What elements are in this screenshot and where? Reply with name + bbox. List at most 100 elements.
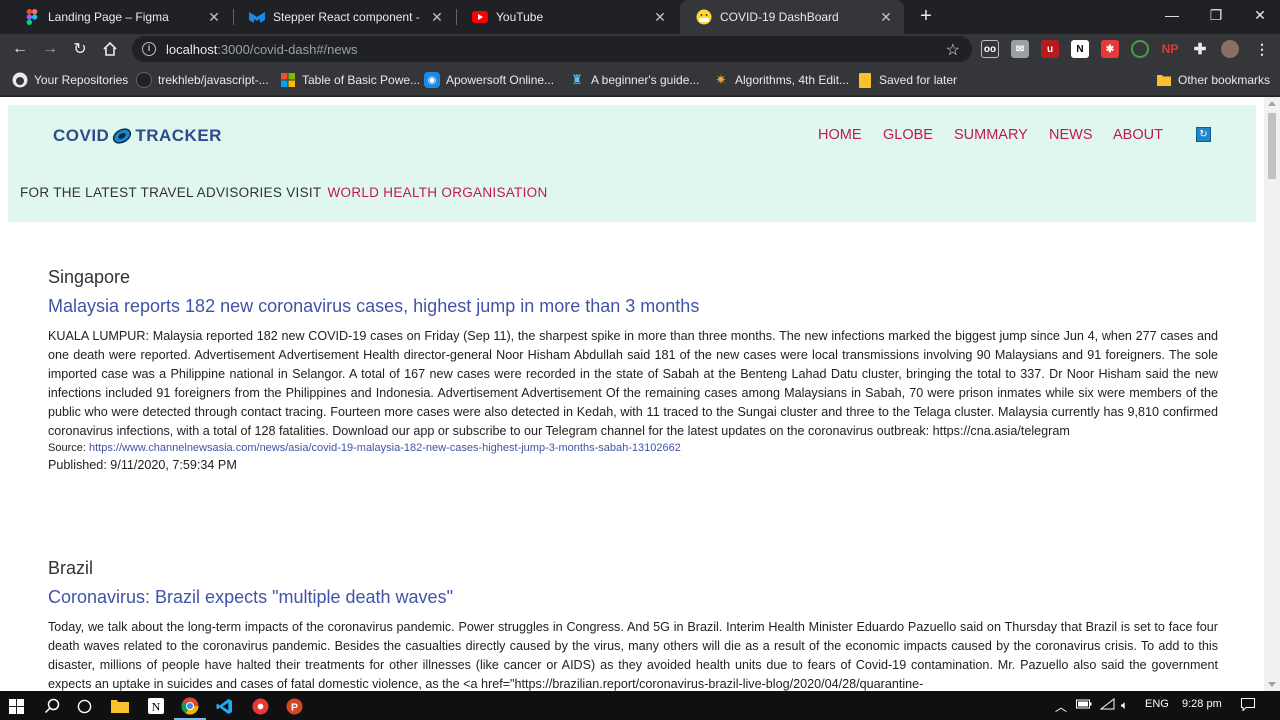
menu-kebab-icon[interactable]: ⋮ — [1253, 40, 1271, 58]
github-icon — [136, 72, 152, 88]
extensions-puzzle-icon[interactable]: ✚ — [1191, 40, 1209, 58]
virus-logo-icon — [113, 128, 132, 144]
windows-taskbar: N P ︿ 🔈︎ ENG 9:28 pm — [0, 691, 1280, 720]
logo-text-tracker: TRACKER — [135, 126, 222, 145]
nav-home[interactable]: HOME — [818, 127, 862, 143]
file-explorer-icon[interactable] — [110, 696, 130, 716]
tab-title: COVID-19 DashBoard — [720, 10, 839, 24]
tab-strip: Landing Page – Figma ✕ Stepper React com… — [0, 0, 1280, 34]
windows-start-icon[interactable] — [6, 696, 26, 716]
algorithms-icon: ✷ — [715, 72, 727, 87]
bookmark-label: Apowersoft Online... — [446, 73, 555, 87]
recorder-taskbar-icon[interactable] — [250, 696, 270, 716]
bookmark-apowersoft[interactable]: ◉ Apowersoft Online... — [424, 71, 554, 89]
restore-button[interactable]: ❐ — [1194, 0, 1238, 30]
close-icon[interactable]: ✕ — [206, 9, 222, 26]
extension-circle-icon[interactable] — [1131, 40, 1149, 58]
refresh-icon[interactable]: ↻ — [1196, 127, 1211, 142]
extension-mail-icon[interactable]: ✉ — [1011, 40, 1029, 58]
back-arrow-icon[interactable]: ← — [8, 37, 32, 61]
language-indicator[interactable]: ENG — [1145, 698, 1169, 710]
tab-title: Stepper React component - Mate — [273, 10, 423, 24]
tab-figma[interactable]: Landing Page – Figma ✕ — [8, 0, 232, 34]
close-icon[interactable]: ✕ — [652, 9, 668, 26]
tray-chevron-up-icon[interactable]: ︿ — [1055, 698, 1067, 715]
site-logo[interactable]: COVID TRACKER — [53, 124, 222, 148]
vscode-taskbar-icon[interactable] — [214, 696, 234, 716]
battery-icon[interactable] — [1076, 698, 1092, 713]
profile-avatar[interactable] — [1221, 40, 1239, 58]
news-article: Singapore Malaysia reports 182 new coron… — [48, 267, 1218, 472]
task-view-icon[interactable] — [74, 696, 94, 716]
wifi-icon[interactable] — [1099, 697, 1115, 713]
tab-covid-dashboard[interactable]: COVID-19 DashBoard ✕ — [680, 0, 904, 34]
source-link[interactable]: https://www.channelnewsasia.com/news/asi… — [89, 442, 681, 454]
bookmark-beginners-guide[interactable]: ♜ A beginner's guide... — [569, 71, 699, 89]
bookmark-label: Table of Basic Powe... — [302, 73, 421, 87]
volume-icon[interactable]: 🔈︎ — [1121, 698, 1128, 713]
powerpoint-taskbar-icon[interactable]: P — [284, 696, 304, 716]
minimize-button[interactable]: — — [1150, 0, 1194, 30]
mui-icon — [249, 9, 265, 25]
advisory-text: FOR THE LATEST TRAVEL ADVISORIES VISIT — [20, 185, 322, 200]
logo-text-covid: COVID — [53, 126, 110, 145]
url-text: localhost:3000/covid-dash#/news — [166, 42, 358, 57]
info-icon[interactable]: i — [142, 42, 156, 56]
notification-icon[interactable] — [1241, 698, 1255, 714]
page-viewport: COVID TRACKER HOME GLOBE SUMMARY NEWS AB… — [0, 97, 1280, 691]
url-host: localhost — [166, 41, 218, 57]
nav-summary[interactable]: SUMMARY — [954, 127, 1028, 143]
nav-about[interactable]: ABOUT — [1113, 127, 1163, 143]
bookmark-table-of-basic-powers[interactable]: Table of Basic Powe... — [280, 71, 420, 89]
microsoft-icon — [280, 72, 296, 88]
home-icon[interactable] — [98, 37, 122, 61]
address-bar[interactable]: i localhost:3000/covid-dash#/news ☆ — [132, 36, 972, 62]
tab-youtube[interactable]: YouTube ✕ — [456, 0, 678, 34]
browser-toolbar: ← → ↻ i localhost:3000/covid-dash#/news … — [0, 34, 1280, 64]
youtube-icon — [472, 9, 488, 25]
article-body: KUALA LUMPUR: Malaysia reported 182 new … — [48, 329, 1218, 438]
bookmark-label: A beginner's guide... — [591, 73, 700, 87]
close-icon[interactable]: ✕ — [429, 9, 445, 26]
article-headline[interactable]: Coronavirus: Brazil expects "multiple de… — [48, 587, 1218, 608]
bookmark-label: Saved for later — [879, 73, 958, 87]
article-source: Source: https://www.channelnewsasia.com/… — [48, 442, 1218, 454]
scroll-up-arrow-icon[interactable] — [1268, 101, 1276, 106]
folder-icon — [1156, 72, 1172, 88]
bookmark-star-icon[interactable]: ☆ — [946, 40, 960, 60]
new-tab-button[interactable]: + — [914, 5, 938, 29]
extension-ublock-icon[interactable]: u — [1041, 40, 1059, 58]
notion-taskbar-icon[interactable]: N — [146, 696, 166, 716]
extension-glasses-icon[interactable]: oo — [981, 40, 999, 58]
tab-title: Landing Page – Figma — [48, 10, 169, 24]
article-headline[interactable]: Malaysia reports 182 new coronavirus cas… — [48, 296, 1218, 317]
news-article: Brazil Coronavirus: Brazil expects "mult… — [48, 558, 1218, 691]
nav-news[interactable]: NEWS — [1049, 127, 1093, 143]
url-path: :3000/covid-dash#/news — [217, 41, 358, 57]
tab-stepper[interactable]: Stepper React component - Mate ✕ — [233, 0, 455, 34]
bookmark-algorithms[interactable]: ✷ Algorithms, 4th Edit... — [713, 71, 850, 89]
bookmark-javascript-algorithms[interactable]: trekhleb/javascript-... — [136, 71, 269, 89]
folder-icon — [857, 72, 873, 88]
search-icon[interactable] — [42, 696, 62, 716]
article-body: Today, we talk about the long-term impac… — [48, 620, 1218, 691]
chrome-taskbar-icon[interactable] — [180, 696, 200, 716]
extension-puzzle-red-icon[interactable]: ✱ — [1101, 40, 1119, 58]
extension-np-icon[interactable]: NP — [1161, 40, 1179, 58]
nav-globe[interactable]: GLOBE — [883, 127, 933, 143]
forward-arrow-icon[interactable]: → — [38, 37, 62, 61]
scrollbar-thumb[interactable] — [1268, 113, 1276, 179]
svg-text:N: N — [152, 700, 161, 714]
other-bookmarks-label: Other bookmarks — [1178, 73, 1271, 87]
reload-icon[interactable]: ↻ — [68, 37, 92, 61]
other-bookmarks[interactable]: Other bookmarks — [1156, 71, 1270, 89]
window-close-button[interactable]: ✕ — [1238, 0, 1280, 30]
scroll-down-arrow-icon[interactable] — [1268, 682, 1276, 687]
bookmark-your-repositories[interactable]: Your Repositories — [12, 71, 128, 89]
close-icon[interactable]: ✕ — [878, 9, 894, 26]
taskbar-clock[interactable]: 9:28 pm — [1182, 698, 1222, 710]
page-scrollbar[interactable] — [1264, 97, 1280, 691]
extension-notion-icon[interactable]: N — [1071, 40, 1089, 58]
who-link[interactable]: WORLD HEALTH ORGANISATION — [327, 185, 547, 200]
bookmark-saved-for-later[interactable]: Saved for later — [857, 71, 957, 89]
